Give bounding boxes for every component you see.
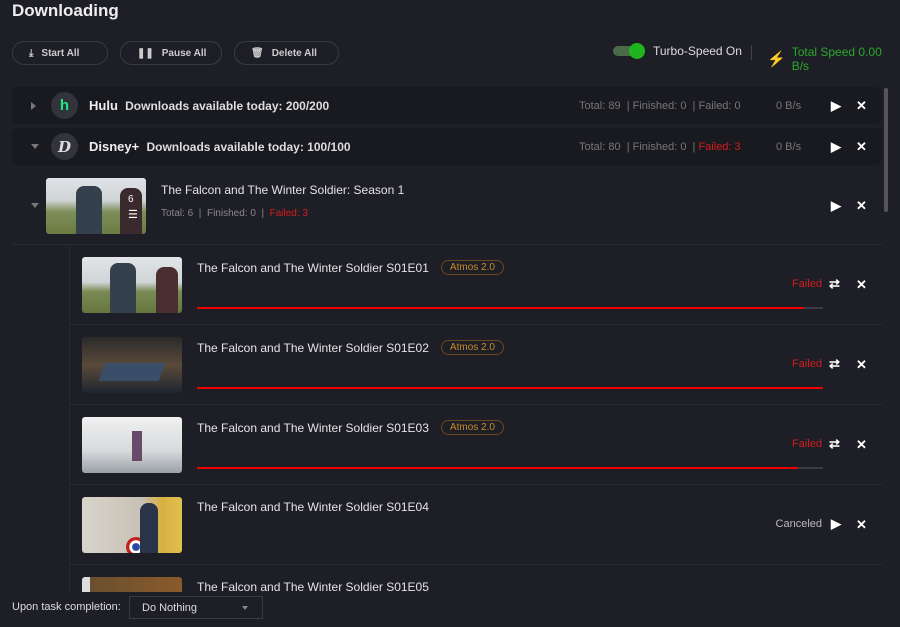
play-icon[interactable]: ▶ [831,139,841,155]
status-label: Failed [792,278,822,290]
lightning-icon: ⚡ [767,51,786,68]
service-stats: Total: 89 | Finished: 0 | Failed: 0 [579,99,741,112]
season-title: The Falcon and The Winter Soldier: Seaso… [161,183,405,197]
close-icon[interactable]: ✕ [856,437,867,453]
episode-thumbnail [82,337,182,393]
season-row[interactable]: 6 ☰ The Falcon and The Winter Soldier: S… [12,170,882,245]
start-all-button[interactable]: ⤓ Start All [12,41,108,65]
play-icon[interactable]: ▶ [831,516,841,532]
service-row-disney[interactable]: D Disney+ Downloads available today: 100… [12,128,882,165]
service-row-hulu[interactable]: h Hulu Downloads available today: 200/20… [12,87,882,124]
divider [751,45,752,60]
episode-row[interactable]: The Falcon and The Winter Soldier S01E01… [69,245,882,325]
disney-logo-icon: D [51,133,78,160]
status-label: Failed [792,358,822,370]
retry-icon[interactable]: ⇄ [829,356,840,372]
scrollbar[interactable] [884,88,888,212]
close-icon[interactable]: ✕ [856,98,867,114]
close-icon[interactable]: ✕ [856,198,867,214]
service-stats: Total: 80 | Finished: 0 | Failed: 3 [579,140,741,153]
status-label: Canceled [775,518,822,530]
atmos-badge: Atmos 2.0 [440,340,504,355]
season-stats: Total: 6 | Finished: 0 | Failed: 3 [161,208,308,219]
pause-icon: ❚❚ [137,47,154,59]
turbo-toggle[interactable] [613,43,645,59]
service-speed: 0 B/s [776,140,802,153]
page-title: Downloading [12,1,119,20]
hulu-logo-icon: h [51,92,78,119]
list-icon: ☰ [128,209,138,221]
progress-bar [197,467,823,469]
expand-icon[interactable] [31,101,36,110]
atmos-badge: Atmos 2.0 [440,420,504,435]
retry-icon[interactable]: ⇄ [829,436,840,452]
episode-row[interactable]: The Falcon and The Winter Soldier S01E05 [69,565,882,592]
play-icon[interactable]: ▶ [831,98,841,114]
close-icon[interactable]: ✕ [856,139,867,155]
collapse-icon[interactable] [31,203,39,208]
trash-icon: 🗑 [251,47,264,59]
status-label: Failed [792,438,822,450]
episode-thumbnail [82,577,182,592]
close-icon[interactable]: ✕ [856,277,867,293]
progress-bar [197,307,823,309]
total-speed: ⚡ Total Speed 0.00 B/s [767,45,882,73]
progress-bar [197,387,823,389]
progress-fill [197,467,798,469]
episode-row[interactable]: The Falcon and The Winter Soldier S01E04… [69,485,882,565]
episode-thumbnail [82,497,182,553]
pause-all-button[interactable]: ❚❚ Pause All [120,41,222,65]
episode-count: 6 [128,194,134,205]
completion-label: Upon task completion: [12,601,121,613]
episode-thumbnail [82,257,182,313]
close-icon[interactable]: ✕ [856,517,867,533]
completion-select[interactable]: Do Nothing [129,596,263,619]
retry-icon[interactable]: ⇄ [829,276,840,292]
progress-fill [197,307,805,309]
season-thumbnail: 6 ☰ [46,178,146,234]
turbo-speed: Turbo-Speed On [613,43,742,59]
download-list: h Hulu Downloads available today: 200/20… [12,85,882,592]
delete-all-button[interactable]: 🗑 Delete All [234,41,339,65]
episode-row[interactable]: The Falcon and The Winter Soldier S01E03… [69,405,882,485]
play-icon[interactable]: ▶ [831,198,841,214]
atmos-badge: Atmos 2.0 [440,260,504,275]
episode-thumbnail [82,417,182,473]
collapse-icon[interactable] [31,144,39,149]
progress-fill [197,387,823,389]
service-speed: 0 B/s [776,99,802,112]
episode-row[interactable]: The Falcon and The Winter Soldier S01E02… [69,325,882,405]
download-icon: ⤓ [29,47,34,59]
close-icon[interactable]: ✕ [856,357,867,373]
